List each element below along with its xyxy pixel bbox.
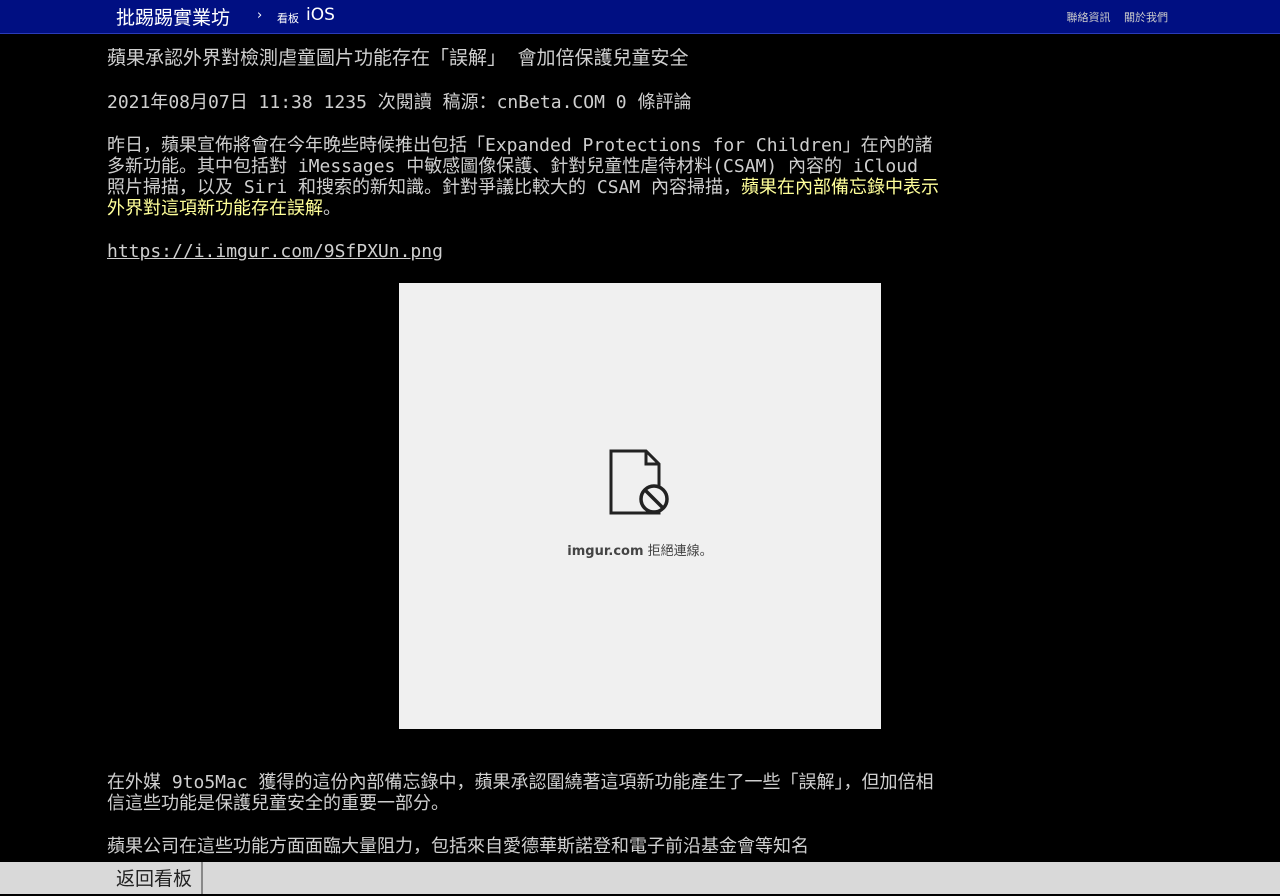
article-paragraph: 蘋果公司在這些功能方面面臨大量阻力，包括來自愛德華斯諾登和電子前沿基金會等知名 (107, 836, 809, 857)
blocked-domain: imgur.com (567, 544, 644, 559)
connection-refused-message: imgur.com 拒絕連線。 (399, 541, 881, 562)
top-navigation-bar: 批踢踢實業坊 › 看板 iOS 聯絡資訊 關於我們 (0, 0, 1280, 34)
contact-link[interactable]: 聯絡資訊 (1067, 11, 1111, 24)
refused-text: 拒絕連線。 (643, 544, 713, 559)
breadcrumb-board-prefix: 看板 (277, 12, 299, 25)
article-paragraph: 在外媒 9to5Mac 獲得的這份內部備忘錄中，蘋果承認圍繞著這項新功能產生了一… (107, 772, 934, 814)
blocked-file-icon (609, 449, 669, 515)
article-meta: 2021年08月07日 11:38 1235 次閱讀 稿源：cnBeta.COM… (107, 92, 692, 113)
image-url-link[interactable]: https://i.imgur.com/9SfPXUn.png (107, 241, 443, 262)
bottom-bar: 返回看板 (0, 862, 1280, 894)
article-title: 蘋果承認外界對檢測虐童圖片功能存在「誤解」 會加倍保護兒童安全 (107, 47, 689, 69)
article-body: 蘋果承認外界對檢測虐童圖片功能存在「誤解」 會加倍保護兒童安全 2021年08月… (107, 46, 942, 857)
back-to-board-button[interactable]: 返回看板 (107, 862, 204, 894)
embedded-image-frame: imgur.com 拒絕連線。 (399, 283, 881, 729)
paragraph-end: 。 (323, 198, 341, 219)
breadcrumb-separator: › (257, 8, 263, 23)
article-paragraph: 昨日，蘋果宣佈將會在今年晚些時候推出包括「Expanded Protection… (107, 135, 942, 219)
top-links: 聯絡資訊 關於我們 (1057, 9, 1169, 25)
site-brand-link[interactable]: 批踢踢實業坊 (116, 3, 230, 30)
about-link[interactable]: 關於我們 (1124, 11, 1168, 24)
breadcrumb-board-link[interactable]: iOS (306, 5, 335, 25)
